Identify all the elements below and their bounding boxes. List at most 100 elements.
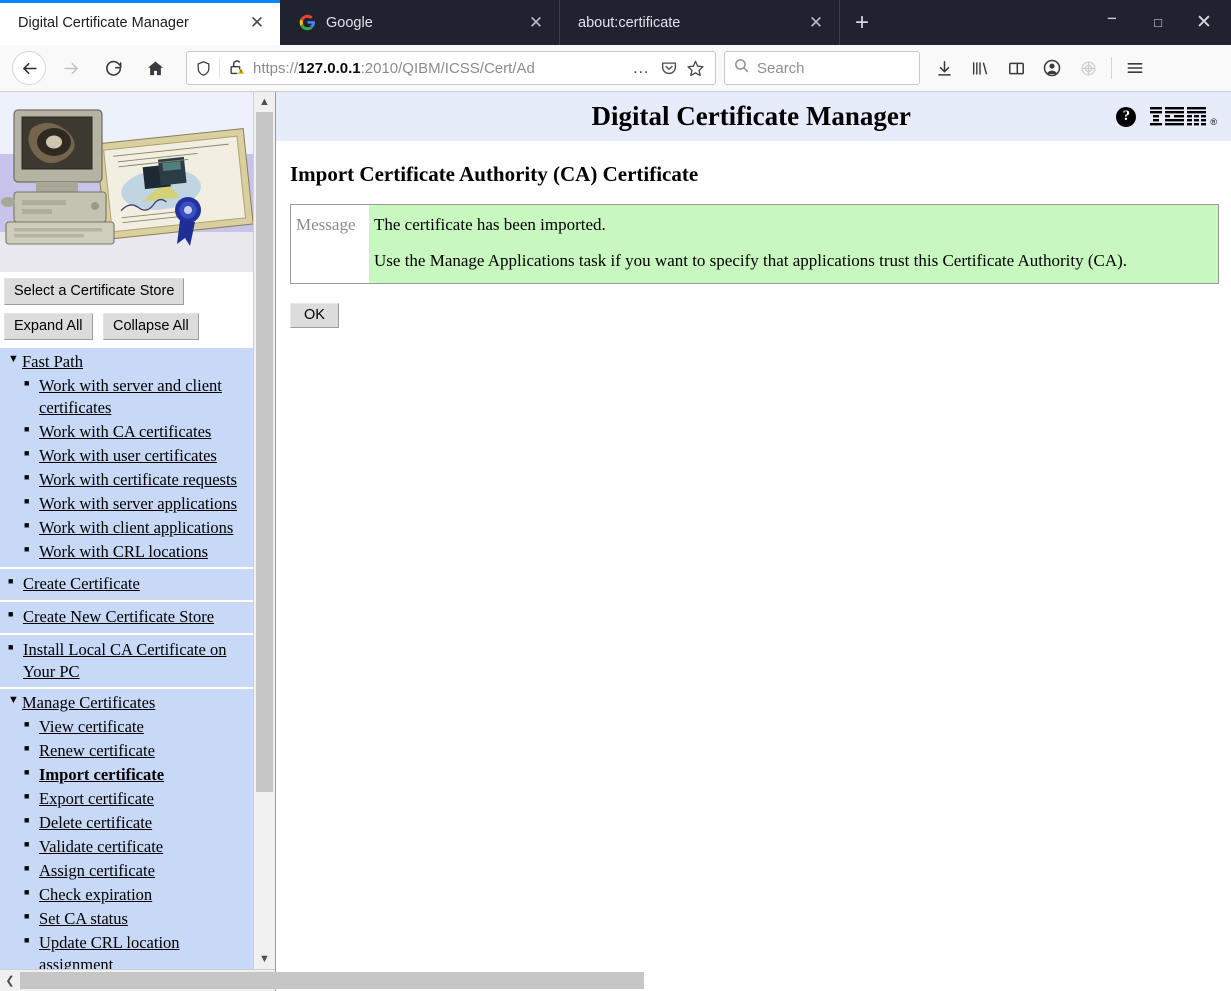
ok-button[interactable]: OK <box>290 302 339 328</box>
sidebar-item-label[interactable]: Update CRL location assignment <box>39 932 247 969</box>
content-heading: Import Certificate Authority (CA) Certif… <box>290 162 699 186</box>
sidebar-item-label[interactable]: Delete certificate <box>39 812 152 834</box>
pocket-icon[interactable] <box>655 55 682 82</box>
sidebar-item-view-certificate[interactable]: ■ View certificate <box>0 715 253 739</box>
sidebar-item-create-new-certificate-store[interactable]: ■ Create New Certificate Store <box>0 605 253 629</box>
sidebar-item-check-expiration[interactable]: ■ Check expiration <box>0 883 253 907</box>
scroll-down-icon[interactable]: ▼ <box>254 949 275 969</box>
nav-group-header-manage-certificates[interactable]: ▼ Manage Certificates <box>0 691 253 715</box>
sidebar-item-label[interactable]: Work with CA certificates <box>39 421 211 443</box>
bullet-square-icon: ■ <box>24 519 30 530</box>
sidebar-item-label[interactable]: Work with certificate requests <box>39 469 237 491</box>
browser-window: Digital Certificate Manager ✕ Google ✕ a… <box>0 0 1231 991</box>
sidebar-item-install-local-ca-certificate-on-your-pc[interactable]: ■ Install Local CA Certificate on Your P… <box>0 638 253 684</box>
nav-group-header-fast-path[interactable]: ▼ Fast Path <box>0 350 253 374</box>
sidebar-item-validate-certificate[interactable]: ■ Validate certificate <box>0 835 253 859</box>
maximize-icon[interactable]: □ <box>1135 0 1181 45</box>
chevron-down-icon[interactable]: ▼ <box>8 692 21 709</box>
sidebar-item-label[interactable]: Install Local CA Certificate on Your PC <box>23 639 247 683</box>
sidebar-item-export-certificate[interactable]: ■ Export certificate <box>0 787 253 811</box>
sidebar-item-label[interactable]: Work with server applications <box>39 493 237 515</box>
search-bar[interactable]: Search <box>724 51 920 85</box>
sidebar-item-update-crl-location-assignment[interactable]: ■ Update CRL location assignment <box>0 931 253 969</box>
vertical-scroll-thumb[interactable] <box>256 112 273 792</box>
registered-mark: ® <box>1210 117 1217 127</box>
ibm-logo: ® <box>1150 105 1217 128</box>
synced-tabs-icon[interactable] <box>1070 51 1106 85</box>
sidebar-item-create-certificate[interactable]: ■ Create Certificate <box>0 572 253 596</box>
sidebar-item-set-ca-status[interactable]: ■ Set CA status <box>0 907 253 931</box>
sidebar-item-work-with-client-applications[interactable]: ■ Work with client applications <box>0 516 253 540</box>
sidebar-item-work-with-server-and-client-certificates[interactable]: ■ Work with server and client certificat… <box>0 374 253 420</box>
search-input-placeholder[interactable]: Search <box>757 60 805 77</box>
sidebar-item-work-with-crl-locations[interactable]: ■ Work with CRL locations <box>0 540 253 564</box>
new-tab-button[interactable]: + <box>840 0 884 45</box>
sidebar-horizontal-scrollbar[interactable]: ❮ ❯ <box>0 969 644 991</box>
close-icon[interactable]: ✕ <box>523 10 549 36</box>
chevron-down-icon[interactable]: ▼ <box>8 351 21 368</box>
home-icon[interactable] <box>138 51 172 85</box>
sidebar-item-label[interactable]: Assign certificate <box>39 860 155 882</box>
page-actions-icon[interactable]: … <box>628 55 655 82</box>
scroll-left-icon[interactable]: ❮ <box>0 970 20 991</box>
sidebar: Select a Certificate Store Expand All Co… <box>0 92 253 969</box>
expand-all-button[interactable]: Expand All <box>4 313 93 341</box>
close-icon[interactable]: ✕ <box>244 10 270 36</box>
sidebar-icon[interactable] <box>998 51 1034 85</box>
back-arrow-icon[interactable] <box>12 51 46 85</box>
horizontal-scroll-thumb[interactable] <box>20 972 644 989</box>
sidebar-item-import-certificate[interactable]: ■ Import certificate <box>0 763 253 787</box>
select-certificate-store-button[interactable]: Select a Certificate Store <box>4 278 185 306</box>
insecure-lock-warning-icon[interactable] <box>228 59 246 77</box>
window-close-icon[interactable]: ✕ <box>1181 0 1227 45</box>
reload-icon[interactable] <box>96 51 130 85</box>
sidebar-item-label[interactable]: Export certificate <box>39 788 154 810</box>
forward-arrow-icon[interactable] <box>54 51 88 85</box>
url-bar[interactable]: https://127.0.0.1:2010/QIBM/ICSS/Cert/Ad… <box>186 51 716 85</box>
tracking-protection-shield-icon[interactable] <box>195 60 212 77</box>
search-icon <box>733 57 750 79</box>
sidebar-item-label[interactable]: Check expiration <box>39 884 152 906</box>
url-text[interactable]: https://127.0.0.1:2010/QIBM/ICSS/Cert/Ad <box>253 60 628 77</box>
menu-icon[interactable] <box>1117 51 1153 85</box>
url-host: 127.0.0.1 <box>298 59 361 77</box>
sidebar-item-label[interactable]: Set CA status <box>39 908 128 930</box>
collapse-all-button[interactable]: Collapse All <box>102 313 199 341</box>
nav-group-label[interactable]: Manage Certificates <box>22 692 155 714</box>
bookmark-star-icon[interactable] <box>682 55 709 82</box>
close-icon[interactable]: ✕ <box>803 10 829 36</box>
sidebar-vertical-scrollbar[interactable]: ▲ ▼ <box>253 92 275 969</box>
library-icon[interactable] <box>962 51 998 85</box>
horizontal-scroll-track[interactable] <box>20 970 644 991</box>
sidebar-item-work-with-user-certificates[interactable]: ■ Work with user certificates <box>0 444 253 468</box>
tab-about-certificate[interactable]: about:certificate ✕ <box>560 0 840 45</box>
bullet-square-icon: ■ <box>24 424 30 435</box>
sidebar-item-label[interactable]: Work with user certificates <box>39 445 217 467</box>
minimize-icon[interactable]: − <box>1089 0 1135 45</box>
help-question-icon[interactable]: ? <box>1116 106 1137 127</box>
nav-group-label[interactable]: Fast Path <box>22 351 83 373</box>
sidebar-item-label[interactable]: Work with server and client certificates <box>39 375 247 419</box>
tab-digital-certificate-manager[interactable]: Digital Certificate Manager ✕ <box>0 0 280 45</box>
scroll-up-icon[interactable]: ▲ <box>254 92 275 112</box>
sidebar-item-label[interactable]: View certificate <box>39 716 144 738</box>
sidebar-item-label[interactable]: Work with client applications <box>39 517 233 539</box>
sidebar-item-label[interactable]: Work with CRL locations <box>39 541 208 563</box>
sidebar-item-delete-certificate[interactable]: ■ Delete certificate <box>0 811 253 835</box>
page-title: Digital Certificate Manager <box>591 101 911 131</box>
sidebar-item-label[interactable]: Create Certificate <box>23 573 140 595</box>
sidebar-item-label[interactable]: Import certificate <box>39 764 164 786</box>
sidebar-item-label[interactable]: Validate certificate <box>39 836 163 858</box>
sidebar-item-work-with-ca-certificates[interactable]: ■ Work with CA certificates <box>0 420 253 444</box>
sidebar-item-label[interactable]: Renew certificate <box>39 740 155 762</box>
downloads-icon[interactable] <box>926 51 962 85</box>
sidebar-item-work-with-certificate-requests[interactable]: ■ Work with certificate requests <box>0 468 253 492</box>
sidebar-item-label[interactable]: Create New Certificate Store <box>23 606 214 628</box>
vertical-scroll-track[interactable] <box>254 112 275 949</box>
sidebar-item-assign-certificate[interactable]: ■ Assign certificate <box>0 859 253 883</box>
tab-google[interactable]: Google ✕ <box>280 0 560 45</box>
sidebar-item-renew-certificate[interactable]: ■ Renew certificate <box>0 739 253 763</box>
sidebar-item-work-with-server-applications[interactable]: ■ Work with server applications <box>0 492 253 516</box>
nav-section-create-new-certificate-store: ■ Create New Certificate Store <box>0 601 253 635</box>
account-icon[interactable] <box>1034 51 1070 85</box>
